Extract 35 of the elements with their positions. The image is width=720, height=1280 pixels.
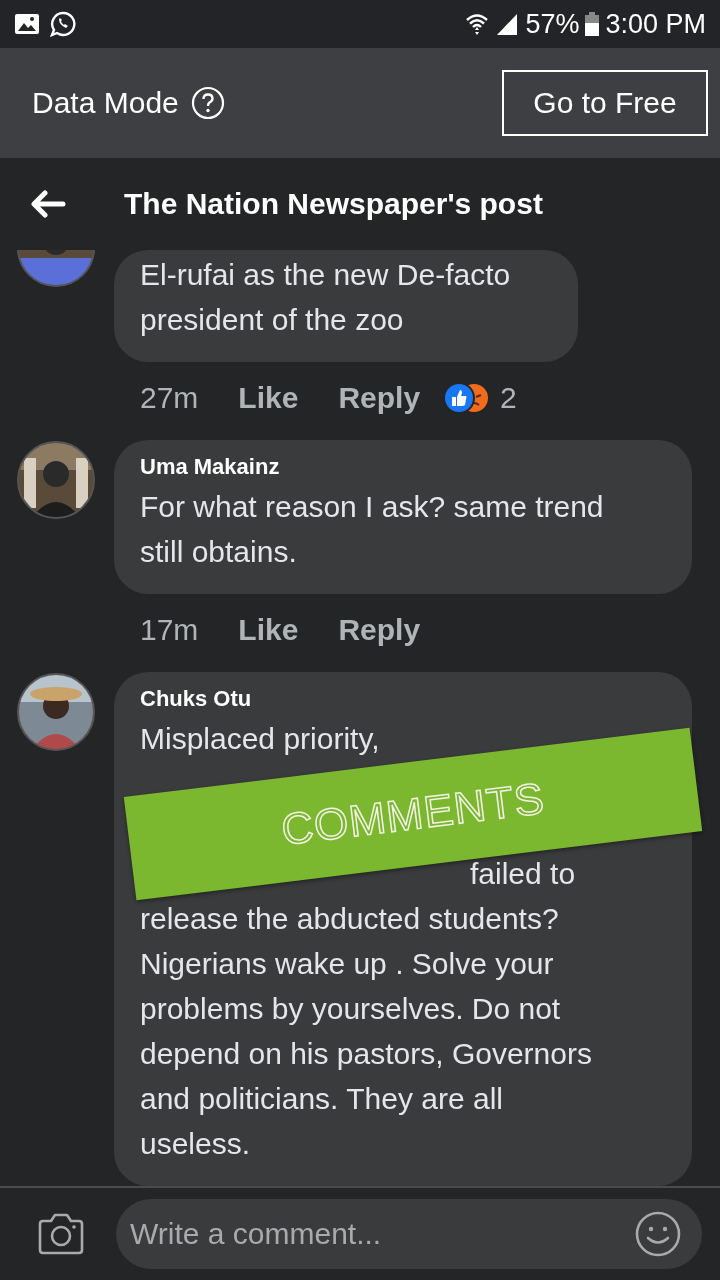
reply-link[interactable]: Reply — [338, 613, 421, 647]
help-icon[interactable] — [190, 86, 225, 120]
comment-text: failed to — [469, 856, 577, 892]
page-title: The Nation Newspaper's post — [124, 187, 543, 221]
like-link[interactable]: Like — [238, 613, 299, 647]
go-to-free-button[interactable]: Go to Free — [502, 70, 708, 136]
camera-icon[interactable] — [36, 1212, 86, 1256]
comment-text: and politicians. They are all — [140, 1081, 504, 1117]
like-link[interactable]: Like — [238, 381, 299, 415]
signal-icon — [495, 12, 520, 36]
battery-percent: 57% — [525, 8, 580, 40]
back-icon[interactable] — [30, 190, 66, 218]
comment-time: 17m — [140, 613, 199, 647]
comment-text: president of the zoo — [140, 302, 405, 338]
comment-text: release the abducted students? — [140, 901, 560, 937]
comment-text: problems by yourselves. Do not — [140, 991, 562, 1027]
comment-author[interactable]: Chuks Otu — [140, 686, 666, 712]
clock: 3:00 PM — [605, 8, 706, 40]
reaction-count: 2 — [500, 381, 517, 415]
comment-text: Nigerians wake up . Solve your — [140, 946, 555, 982]
comment-time: 27m — [140, 381, 199, 415]
comment-text: still obtains. — [140, 534, 298, 570]
smiley-icon[interactable] — [634, 1210, 682, 1258]
comment-text: For what reason I ask? same trend — [140, 489, 605, 525]
comment-text: El-rufai as the new De-facto — [140, 257, 512, 293]
data-mode-label: Data Mode — [32, 86, 179, 120]
chat-icon — [50, 11, 76, 37]
comment-input[interactable]: Write a comment... — [116, 1199, 702, 1269]
battery-icon — [585, 12, 600, 36]
wifi-icon — [465, 12, 490, 36]
image-icon — [14, 13, 40, 35]
comment-text: depend on his pastors, Governors — [140, 1036, 593, 1072]
comment-text: useless. — [140, 1126, 252, 1162]
comment-author[interactable]: Uma Makainz — [140, 454, 666, 480]
reply-link[interactable]: Reply — [338, 381, 421, 415]
